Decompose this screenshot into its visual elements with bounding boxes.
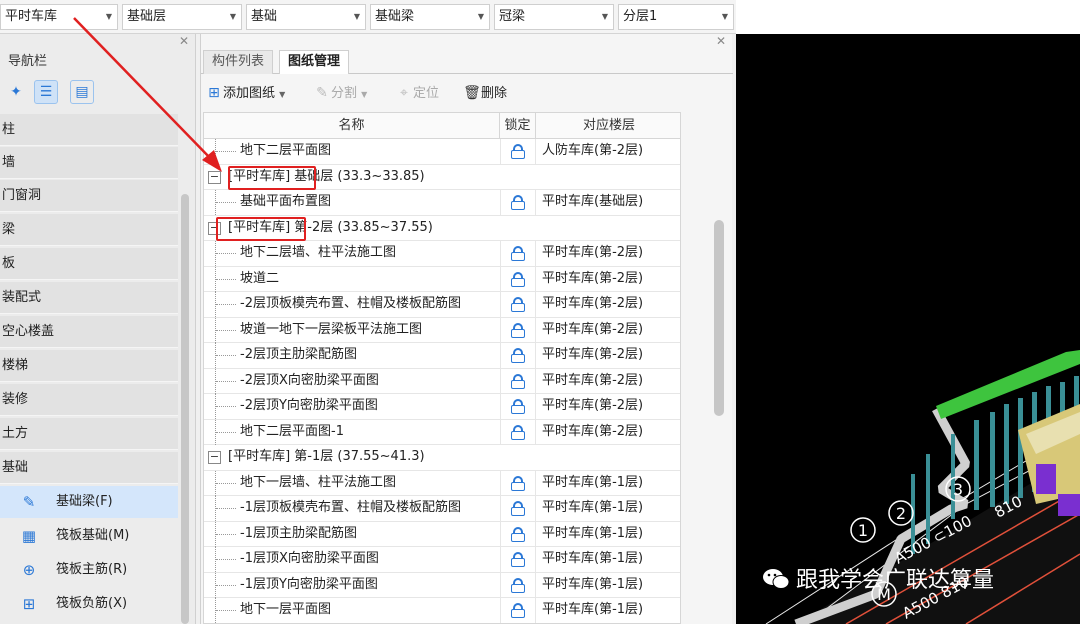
annotation-arrow <box>73 17 222 172</box>
